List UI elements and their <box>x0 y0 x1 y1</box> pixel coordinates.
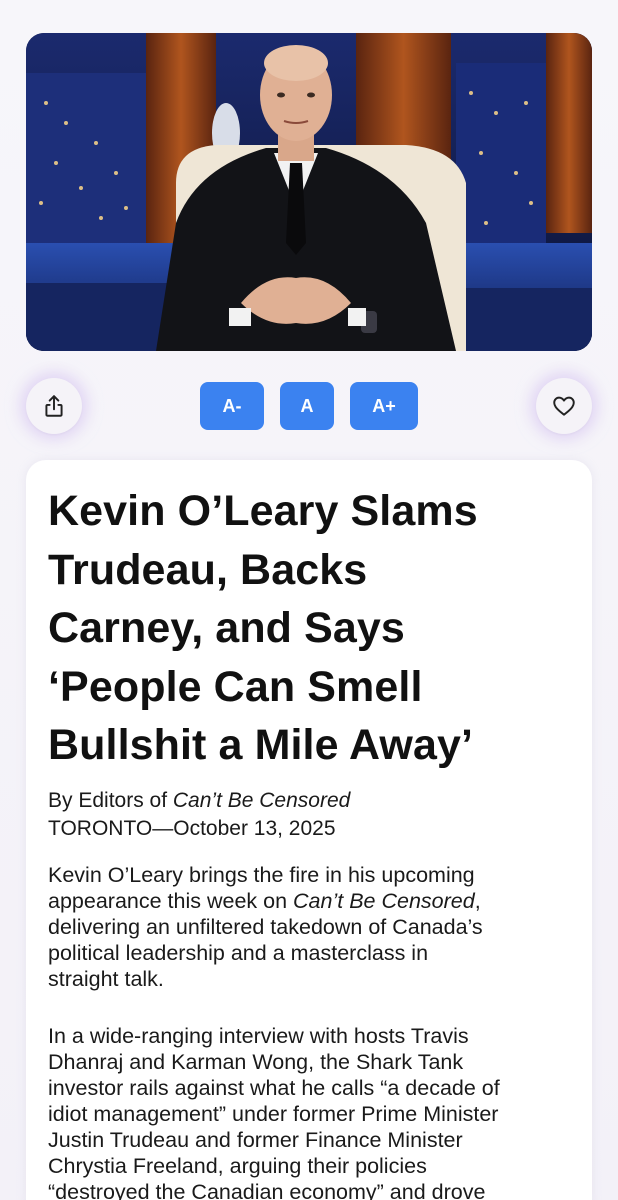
title-line: ‘People Can Smell <box>48 662 423 711</box>
paragraph-line: straight talk. <box>48 967 164 991</box>
outlet-name: Can’t Be Censored <box>293 889 475 913</box>
article-title: Kevin O’Leary Slams Trudeau, Backs Carne… <box>48 482 568 775</box>
paragraph-line: appearance this week on Can’t Be Censore… <box>48 888 570 914</box>
byline-outlet: Can’t Be Censored <box>172 789 351 812</box>
share-icon <box>45 395 63 417</box>
font-decrease-button[interactable]: A- <box>200 382 264 430</box>
article-paragraph: In a wide-ranging interview with hosts T… <box>48 1023 570 1200</box>
text-run: appearance this week on <box>48 889 294 913</box>
byline: By Editors of Can’t Be Censored TORONTO—… <box>48 787 568 843</box>
paragraph-line: delivering an unfiltered takedown of Can… <box>48 915 483 939</box>
heart-icon <box>553 396 575 416</box>
favorite-button[interactable] <box>536 378 592 434</box>
paragraph-line: Chrystia Freeland, arguing their policie… <box>48 1154 427 1178</box>
paragraph-line: Kevin O’Leary brings the fire in his upc… <box>48 863 475 887</box>
title-line: Carney, and Says <box>48 604 405 652</box>
paragraph-line: In a wide-ranging interview with hosts T… <box>48 1024 469 1048</box>
title-line: Kevin O’Leary Slams <box>48 487 478 535</box>
author-line: By Editors of Can’t Be Censored <box>48 787 568 815</box>
hero-photo-illustration <box>26 33 592 351</box>
dateline: TORONTO—October 13, 2025 <box>48 817 336 840</box>
paragraph-line: Justin Trudeau and former Finance Minist… <box>48 1128 463 1152</box>
article-screen: A- A A+ Kevin O’Leary Slams Trudeau, Bac… <box>0 0 618 1200</box>
title-line: Bullshit a Mile Away’ <box>48 721 474 769</box>
byline-prefix: By Editors of <box>48 789 173 812</box>
text-run: , <box>474 889 481 913</box>
hero-image <box>26 33 592 351</box>
share-button[interactable] <box>26 378 82 434</box>
paragraph-line: investor rails against what he calls “a … <box>48 1076 500 1100</box>
paragraph-line: Dhanraj and Karman Wong, the Shark Tank <box>48 1050 464 1074</box>
paragraph-line: political leadership and a masterclass i… <box>48 941 429 965</box>
title-line: Trudeau, Backs <box>48 545 368 594</box>
paragraph-line: “destroyed the Canadian economy” and dro… <box>48 1180 486 1200</box>
paragraph-line: idiot management” under former Prime Min… <box>48 1102 499 1126</box>
font-reset-button[interactable]: A <box>280 382 334 430</box>
article-paragraph: Kevin O’Leary brings the fire in his upc… <box>48 862 570 992</box>
font-increase-button[interactable]: A+ <box>350 382 418 430</box>
